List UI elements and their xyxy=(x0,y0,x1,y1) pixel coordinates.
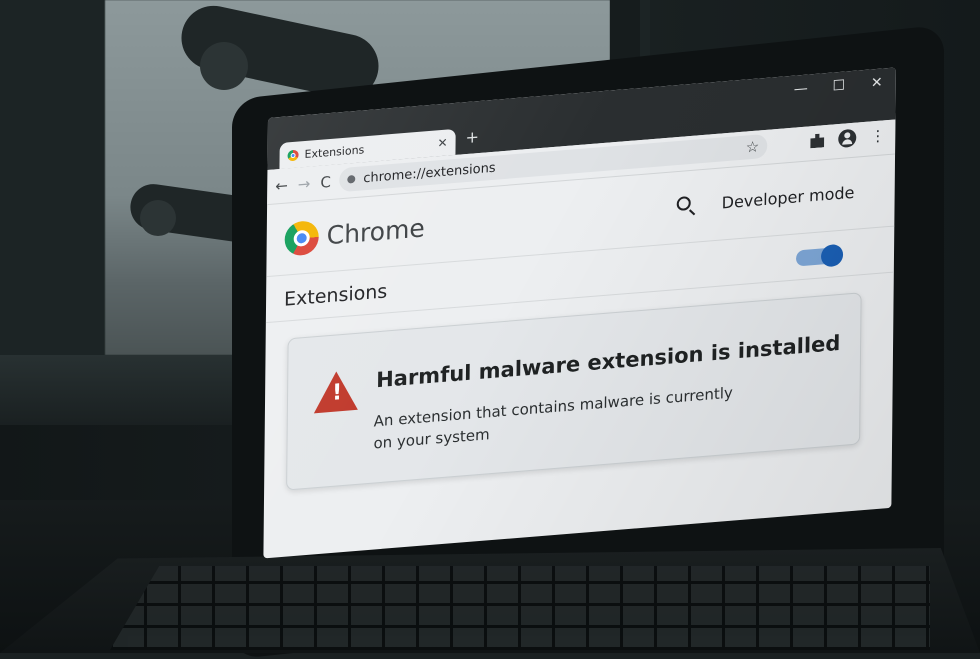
site-info-icon[interactable] xyxy=(347,174,356,184)
malware-alert-card: ! Harmful malware extension is installed… xyxy=(286,292,862,491)
new-tab-button[interactable]: + xyxy=(466,127,480,147)
search-icon[interactable] xyxy=(676,195,691,212)
puzzle-icon[interactable] xyxy=(810,133,824,148)
security-camera-top-lens xyxy=(200,42,248,90)
star-icon[interactable]: ☆ xyxy=(746,137,760,156)
chrome-favicon-icon xyxy=(287,149,299,161)
profile-icon[interactable] xyxy=(838,128,857,149)
warning-exclamation: ! xyxy=(331,380,343,406)
security-camera-bottom-lens xyxy=(140,200,176,236)
navigation-buttons: ← → C xyxy=(275,173,331,195)
maximize-button[interactable]: ☐ xyxy=(830,77,848,95)
reload-button[interactable]: C xyxy=(320,173,331,192)
developer-mode-label: Developer mode xyxy=(721,182,855,213)
tab-title: Extensions xyxy=(304,142,365,161)
minimize-button[interactable]: — xyxy=(792,80,810,98)
developer-mode-toggle[interactable] xyxy=(795,243,844,268)
page-title: Extensions xyxy=(283,280,388,311)
close-window-button[interactable]: ✕ xyxy=(868,74,886,91)
forward-button[interactable]: → xyxy=(298,175,311,194)
toolbar-actions: ⋮ xyxy=(810,126,885,150)
browser-window: — ☐ ✕ Extensions ✕ + ← → C chrome://exte… xyxy=(263,67,896,559)
chrome-brand-text: Chrome xyxy=(326,213,425,251)
keyboard-keys xyxy=(110,566,930,650)
window-controls: — ☐ ✕ xyxy=(792,74,886,98)
alert-description: An extension that contains malware is cu… xyxy=(373,383,733,453)
toggle-knob[interactable] xyxy=(820,243,844,268)
menu-button[interactable]: ⋮ xyxy=(870,126,885,145)
alert-title: Harmful malware extension is installed xyxy=(376,330,841,393)
tab-close-button[interactable]: ✕ xyxy=(437,136,447,151)
back-button[interactable]: ← xyxy=(275,176,288,195)
chrome-logo-icon xyxy=(284,219,319,257)
